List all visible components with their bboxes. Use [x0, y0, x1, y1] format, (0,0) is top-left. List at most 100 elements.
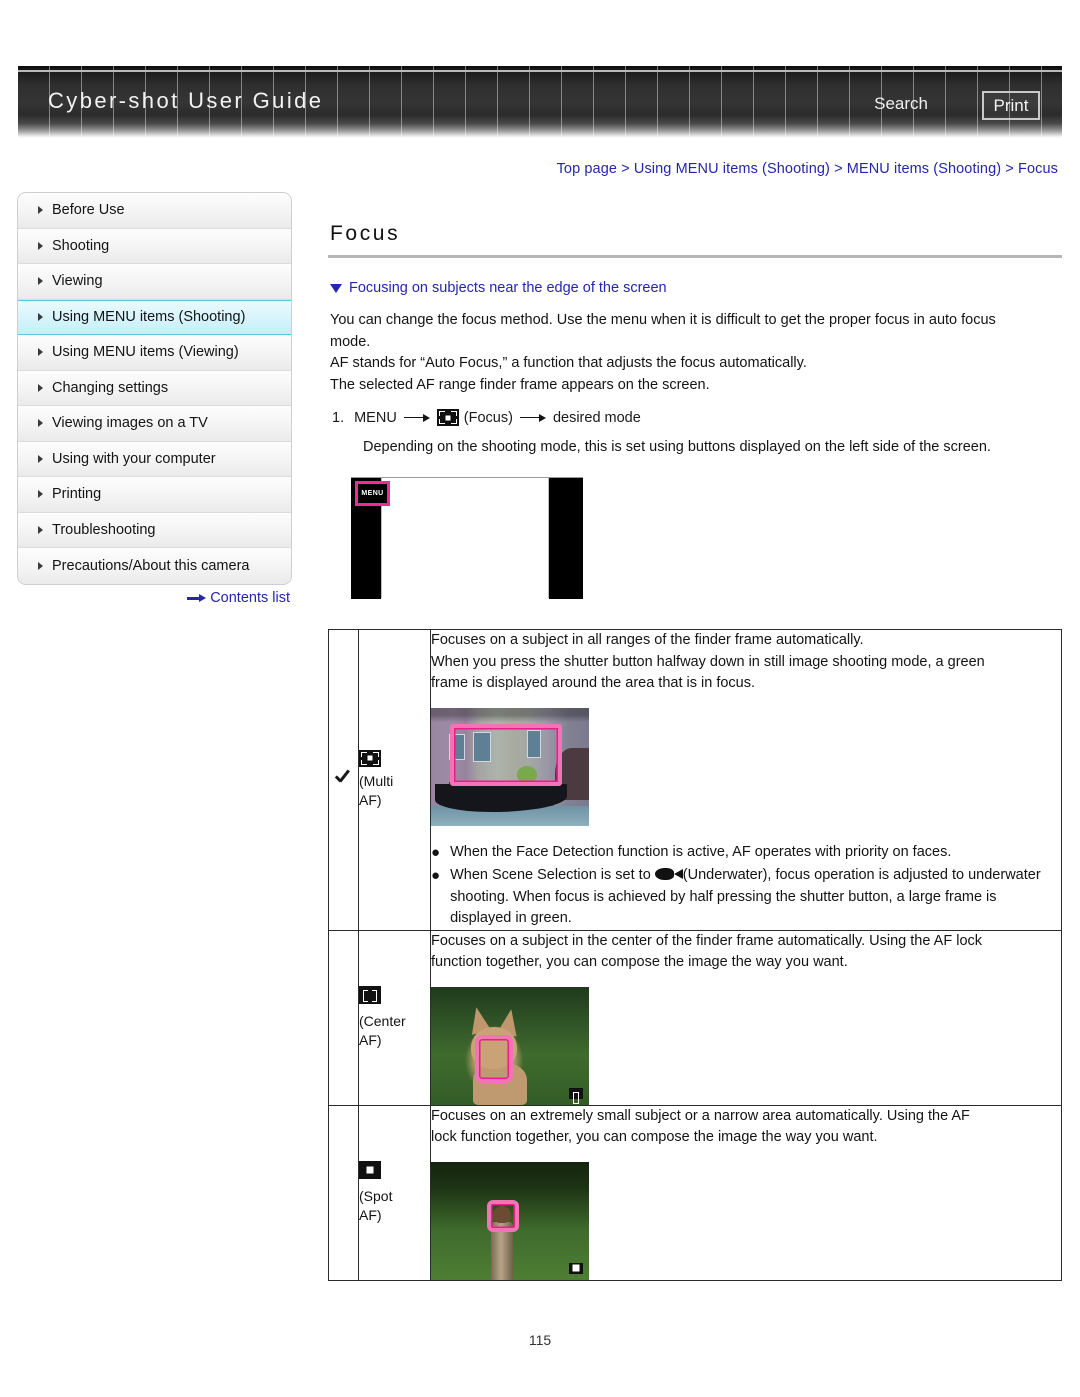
default-checkmark-cell: [328, 1104, 359, 1281]
sidebar-item-viewing-images-on-a-tv[interactable]: Viewing images on a TV: [18, 406, 291, 442]
sidebar-item-using-menu-items-shooting[interactable]: Using MENU items (Shooting): [18, 299, 291, 335]
intro-line-4: The selected AF range finder frame appea…: [330, 376, 710, 393]
mode-label-cell: (Spot AF): [358, 1104, 431, 1281]
mode-description-cell: Focuses on an extremely small subject or…: [430, 1104, 1062, 1281]
desc-line-3: frame is displayed around the area that …: [431, 675, 756, 691]
note-text: When the Face Detection function is acti…: [450, 843, 952, 860]
mode-label-line-1: (Center: [359, 1012, 406, 1029]
focus-modes-table: (Multi AF) Focuses on a subject in all r…: [328, 629, 1062, 1281]
desc-line-1: Focuses on a subject in the center of th…: [431, 932, 983, 949]
mode-label-line-2: AF): [359, 791, 382, 808]
mode-label-line-2: AF): [359, 1206, 382, 1223]
sidebar-item-label: Shooting: [52, 237, 110, 254]
center-af-icon: [359, 985, 381, 1004]
sidebar-item-label: Using with your computer: [52, 450, 216, 467]
chevron-right-icon: [38, 454, 43, 463]
screen-menu-button-label: MENU: [361, 490, 384, 497]
sidebar-item-label: Using MENU items (Viewing): [52, 344, 239, 361]
af-range-finder-frame: [487, 1199, 519, 1232]
sidebar-item-precautions-about-this-camera[interactable]: Precautions/About this camera: [18, 548, 291, 584]
note-item: ● When Scene Selection is set to (Underw…: [431, 865, 1061, 930]
sidebar-item-viewing[interactable]: Viewing: [18, 264, 291, 300]
center-af-badge-icon: [569, 1087, 583, 1104]
chevron-right-icon: [38, 206, 43, 215]
sidebar-item-label: Viewing: [52, 273, 103, 290]
desc-line-2: lock function together, you can compose …: [431, 1129, 878, 1145]
title-divider: [328, 255, 1062, 258]
chevron-right-icon: [38, 313, 43, 322]
screen-menu-button-highlight[interactable]: MENU: [355, 481, 390, 506]
sidebar-item-label: Precautions/About this camera: [52, 557, 250, 574]
step-focus-label: (Focus): [463, 409, 513, 426]
center-af-icon: [569, 1087, 583, 1104]
sidebar-item-label: Printing: [52, 486, 102, 503]
default-checkmark-cell: [328, 629, 359, 931]
multi-af-icon: [436, 409, 459, 426]
step-note: Depending on the shooting mode, this is …: [363, 439, 991, 455]
chevron-right-icon: [38, 490, 43, 499]
notes-list: ● When the Face Detection function is ac…: [431, 842, 1061, 930]
default-checkmark-cell: [328, 929, 359, 1106]
chevron-right-icon: [38, 277, 43, 286]
desc-line-1: Focuses on an extremely small subject or…: [431, 1107, 970, 1124]
header-bar: Cyber-shot User Guide Search Print: [18, 66, 1062, 138]
sidebar-item-using-with-your-computer[interactable]: Using with your computer: [18, 441, 291, 477]
mode-label-cell: (Center AF): [358, 929, 431, 1106]
sidebar-item-label: Viewing images on a TV: [52, 415, 208, 432]
print-button[interactable]: Print: [982, 91, 1040, 120]
sidebar-item-label: Before Use: [52, 202, 125, 219]
mode-label-cell: (Multi AF): [358, 629, 431, 931]
table-row: (Spot AF) Focuses on an extremely small …: [328, 1104, 1062, 1281]
step-instruction: 1. MENU (Focus) desired mode: [332, 409, 1062, 426]
mode-label-line-1: (Spot: [359, 1187, 393, 1204]
sidebar-item-printing[interactable]: Printing: [18, 477, 291, 513]
checkmark-icon: [335, 770, 353, 784]
sidebar-item-changing-settings[interactable]: Changing settings: [18, 370, 291, 406]
af-range-finder-frame: [450, 723, 562, 786]
chevron-right-icon: [38, 561, 43, 570]
triangle-down-icon: [330, 283, 342, 293]
sidebar-nav: Before Use Shooting Viewing Using MENU i…: [17, 192, 292, 585]
page-number: 115: [528, 1332, 552, 1348]
search-link[interactable]: Search: [874, 94, 928, 114]
contents-list-link[interactable]: Contents list: [17, 590, 292, 606]
bullet-icon: ●: [431, 843, 441, 861]
sidebar-item-label: Using MENU items (Shooting): [52, 309, 246, 326]
table-row: (Multi AF) Focuses on a subject in all r…: [328, 629, 1062, 931]
note-item: ● When the Face Detection function is ac…: [431, 842, 1061, 864]
page-header: Cyber-shot User Guide Search Print: [0, 66, 1080, 138]
screen-right-bar: [549, 478, 583, 599]
spot-af-badge-icon: [569, 1262, 583, 1274]
step-menu-label: MENU: [354, 409, 397, 426]
anchor-link-label: Focusing on subjects near the edge of th…: [349, 280, 667, 296]
sidebar-item-troubleshooting[interactable]: Troubleshooting: [18, 512, 291, 548]
intro-paragraph: You can change the focus method. Use the…: [330, 310, 1062, 396]
note-text-before-icon: When Scene Selection is set to: [450, 867, 655, 883]
mode-description-cell: Focuses on a subject in all ranges of th…: [430, 629, 1062, 931]
page-title: Focus: [330, 222, 401, 245]
step-number: 1.: [332, 409, 345, 426]
sidebar-item-shooting[interactable]: Shooting: [18, 228, 291, 264]
intro-line-2: mode.: [330, 333, 371, 350]
anchor-link-focusing-near-edge[interactable]: Focusing on subjects near the edge of th…: [330, 280, 1062, 296]
cat-sample-photo: [431, 986, 589, 1105]
sidebar-item-before-use[interactable]: Before Use: [18, 193, 291, 229]
contents-list-label: Contents list: [210, 590, 290, 606]
chevron-right-icon: [38, 241, 43, 250]
desc-line-1: Focuses on a subject in all ranges of th…: [431, 632, 864, 648]
chevron-right-icon: [38, 383, 43, 392]
bird-sample-photo: [431, 1161, 589, 1280]
sidebar-item-label: Changing settings: [52, 379, 169, 396]
breadcrumb[interactable]: Top page > Using MENU items (Shooting) >…: [557, 161, 1058, 177]
chevron-right-icon: [38, 525, 43, 534]
note-text-group: When Scene Selection is set to (Underwat…: [450, 865, 1061, 930]
camera-screen-illustration: MENU: [351, 477, 583, 599]
main-content: Focus Focusing on subjects near the edge…: [328, 222, 1062, 599]
screen-viewfinder-area: [381, 478, 549, 598]
desc-line-2: function together, you can compose the i…: [431, 954, 848, 970]
chevron-right-icon: [38, 419, 43, 428]
spot-af-icon: [359, 1160, 381, 1179]
arrow-right-icon: [187, 593, 207, 603]
chevron-right-icon: [38, 348, 43, 357]
sidebar-item-using-menu-items-viewing[interactable]: Using MENU items (Viewing): [18, 335, 291, 371]
